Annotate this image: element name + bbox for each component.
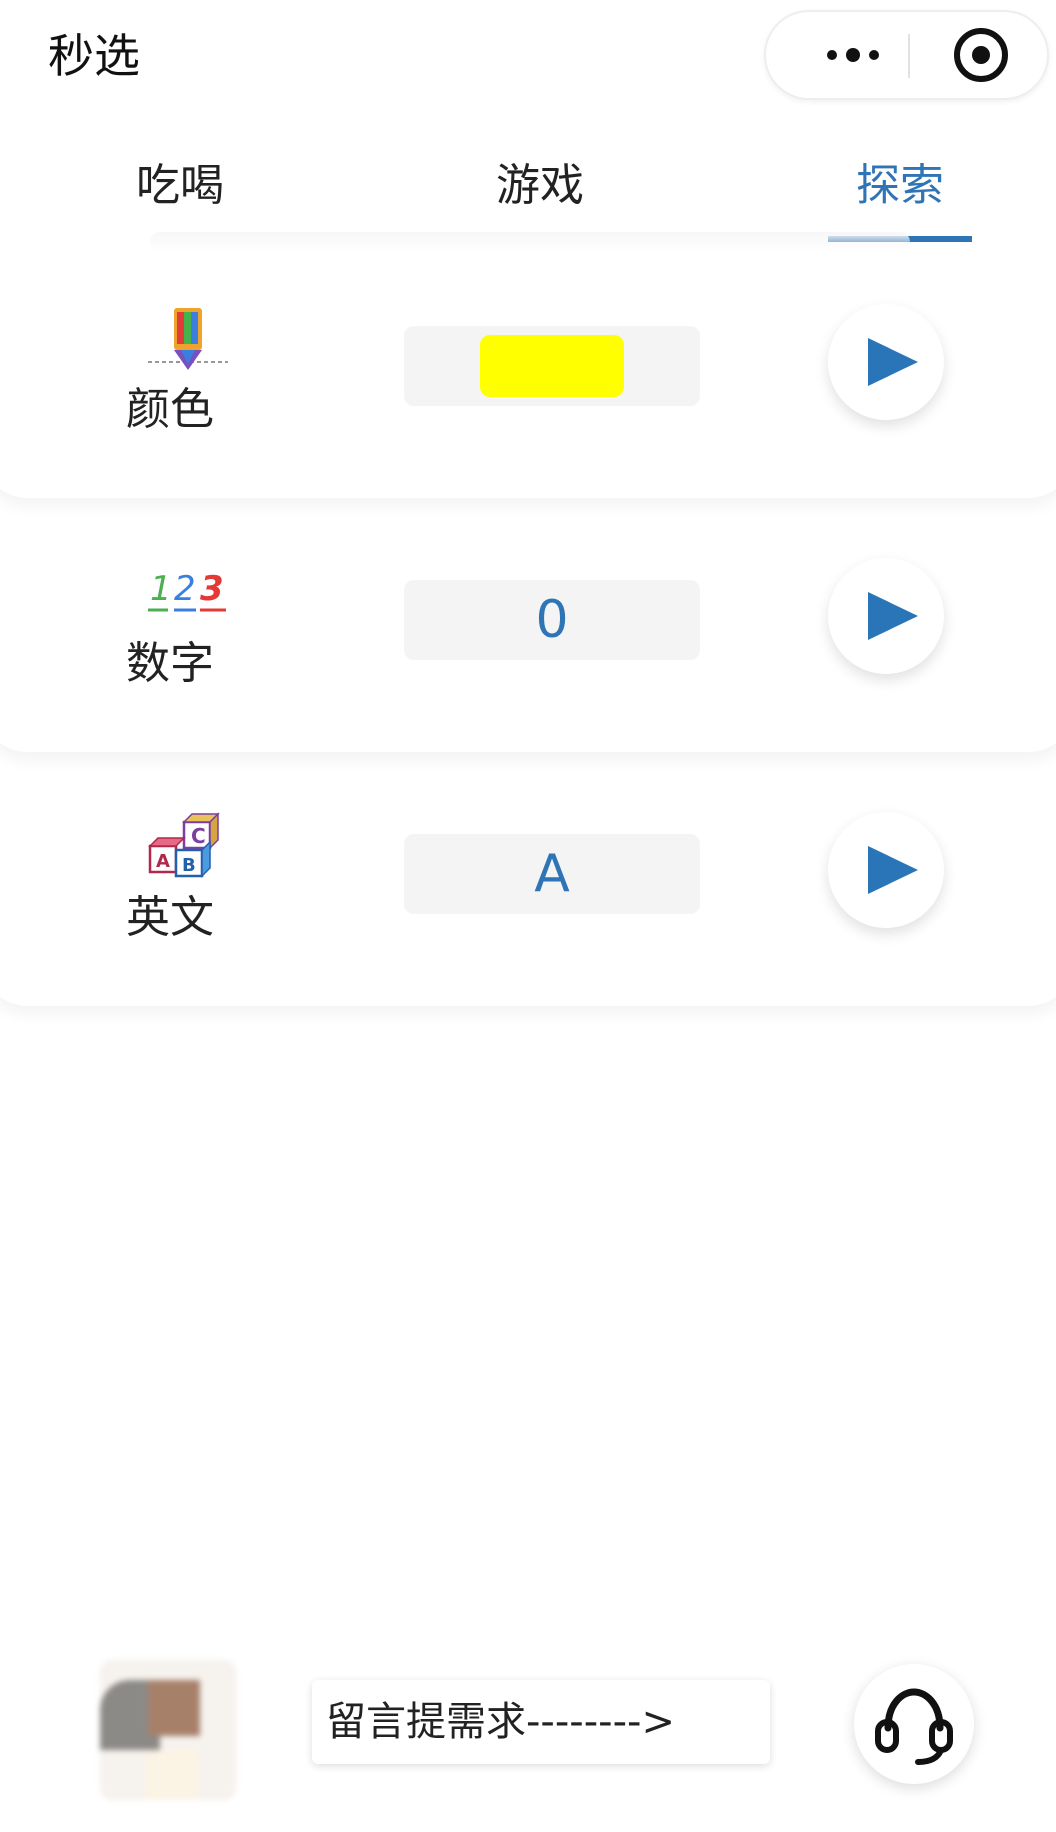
- card-numbers: 1 2 3 数字 0: [0, 522, 1056, 752]
- abc-blocks-icon: C A B: [148, 812, 220, 878]
- avatar[interactable]: [100, 1660, 236, 1800]
- feedback-button[interactable]: 留言提需求-------->: [312, 1680, 770, 1764]
- svg-text:2: 2: [174, 569, 196, 609]
- svg-text:1: 1: [150, 569, 172, 609]
- tab-label: 吃喝: [136, 160, 224, 211]
- tab-label: 探索: [856, 160, 944, 211]
- svg-text:A: A: [156, 851, 170, 872]
- customer-service-button[interactable]: [854, 1664, 974, 1784]
- close-target-icon[interactable]: [954, 28, 1008, 82]
- tab-games[interactable]: 游戏: [460, 150, 620, 222]
- svg-text:B: B: [182, 855, 196, 876]
- svg-text:3: 3: [200, 569, 224, 609]
- tab-explore[interactable]: 探索: [820, 150, 980, 242]
- pencil-color-icon: [148, 308, 228, 370]
- card-label: 英文: [126, 892, 214, 943]
- play-button[interactable]: [828, 304, 944, 420]
- tab-label: 游戏: [496, 160, 584, 211]
- card-label: 数字: [126, 638, 214, 689]
- play-button[interactable]: [828, 558, 944, 674]
- card-color: 颜色: [0, 268, 1056, 498]
- number-value-display: 0: [404, 580, 700, 660]
- numbers-123-icon: 1 2 3: [148, 569, 226, 612]
- more-options-icon[interactable]: [808, 12, 898, 98]
- card-label: 颜色: [126, 384, 214, 435]
- mini-program-capsule: [764, 10, 1049, 100]
- color-value-display: [404, 326, 700, 406]
- top-bar: 秒选: [0, 0, 1056, 115]
- tab-eat-drink[interactable]: 吃喝: [100, 150, 260, 222]
- page: 秒选 吃喝 游戏 探索 颜色 1 2 3 数字 0 C A B 英文 A 留言提…: [0, 0, 1056, 1832]
- play-button[interactable]: [828, 812, 944, 928]
- color-swatch: [480, 335, 624, 397]
- letter-value-display: A: [404, 834, 700, 914]
- capsule-divider: [908, 34, 910, 78]
- card-english: C A B 英文 A: [0, 776, 1056, 1006]
- svg-text:C: C: [191, 824, 206, 848]
- tab-bar-shadow: [150, 232, 910, 252]
- app-title: 秒选: [48, 29, 140, 83]
- headset-icon: [875, 1688, 953, 1765]
